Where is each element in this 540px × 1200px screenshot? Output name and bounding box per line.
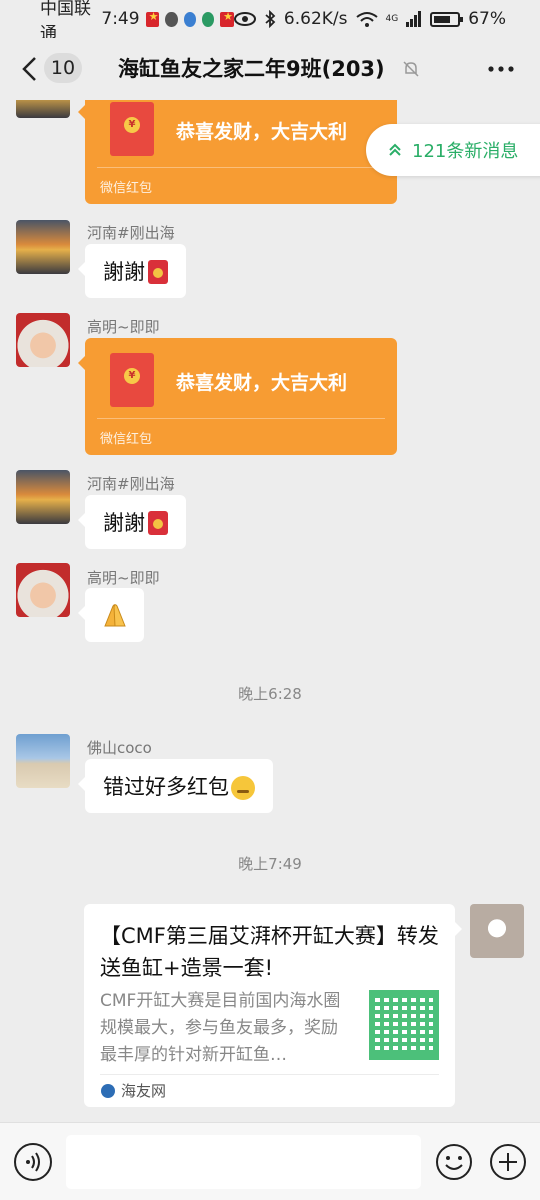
timestamp: 晚上7:49 (238, 855, 302, 873)
emoji-icon[interactable] (435, 1143, 473, 1181)
message-bubble[interactable]: 謝謝 (78, 244, 186, 298)
wifi-icon (355, 12, 378, 27)
chat-title: 海缸鱼友之家二年9班(203) (118, 57, 385, 81)
link-source: 海友网 (121, 1082, 167, 1100)
more-icon[interactable] (488, 66, 514, 72)
sender-name: 佛山coco (87, 739, 152, 757)
status-right: 6.62K/s 4G 67% (233, 9, 506, 29)
back-icon[interactable] (20, 56, 42, 82)
plus-icon[interactable] (489, 1143, 527, 1181)
network-type: 4G (385, 14, 399, 24)
avatar[interactable] (16, 220, 70, 274)
shield-icon (165, 11, 178, 27)
qr-code-thumbnail (369, 990, 439, 1060)
voice-icon (26, 1152, 40, 1172)
avatar[interactable] (16, 563, 70, 617)
red-packet-greeting: 恭喜发财，大吉大利 (176, 121, 348, 143)
my-avatar[interactable] (470, 904, 524, 958)
unread-count-badge[interactable]: 10 (44, 53, 82, 83)
link-description: CMF开缸大赛是目前国内海水圈规模最大，参与鱼友最多，奖励最丰厚的针对新开缸鱼… (100, 991, 341, 1065)
pray-emoji-icon (103, 604, 126, 627)
mute-icon (403, 61, 419, 77)
double-chevron-up-icon (389, 143, 401, 156)
app-notification-icon (183, 11, 196, 27)
avatar[interactable] (16, 470, 70, 524)
sweat-smile-emoji-icon (231, 776, 255, 800)
red-packet-emoji-icon (148, 260, 168, 284)
red-packet-label: 微信红包 (100, 432, 153, 447)
bluetooth-icon (265, 10, 276, 28)
sender-name: 河南#刚出海 (87, 224, 175, 242)
message-bubble[interactable]: 謝謝 (78, 495, 186, 549)
link-card[interactable]: 【CMF第三届艾湃杯开缸大赛】转发送鱼缸+造景一套! CMF开缸大赛是目前国内海… (84, 904, 462, 1107)
red-packet-greeting: 恭喜发财，大吉大利 (176, 372, 348, 394)
input-bar (0, 1122, 540, 1200)
signal-icon (406, 11, 422, 27)
chat-header: 10 海缸鱼友之家二年9班(203) (0, 38, 540, 100)
red-packet-emoji-icon (148, 511, 168, 535)
red-packet[interactable]: ¥ 恭喜发财，大吉大利 微信红包 (78, 338, 397, 455)
clock: 7:49 (101, 9, 140, 29)
sender-name: 高明~即即 (87, 569, 160, 587)
notification-flag-icon (220, 10, 234, 27)
message-list[interactable]: ¥ 恭喜发财，大吉大利 微信红包 121条新消息 河南#刚出海 謝謝 高明~即即… (0, 100, 540, 1122)
message-bubble[interactable] (78, 588, 144, 642)
notification-flag-icon (145, 10, 160, 27)
battery-level: 67% (468, 9, 506, 29)
battery-icon (430, 11, 464, 27)
red-packet[interactable]: ¥ 恭喜发财，大吉大利 微信红包 (78, 100, 397, 204)
red-envelope-icon: ¥ (110, 353, 154, 407)
network-speed: 6.62K/s (283, 9, 348, 29)
message-text: 错过好多红包 (103, 775, 229, 799)
eye-icon (233, 12, 256, 26)
voice-button[interactable] (14, 1143, 52, 1181)
timestamp: 晚上6:28 (238, 685, 302, 703)
link-title: 【CMF第三届艾湃杯开缸大赛】转发送鱼缸+造景一套! (100, 924, 439, 980)
sender-name: 高明~即即 (87, 318, 160, 336)
avatar[interactable] (16, 734, 70, 788)
source-logo-icon (101, 1084, 115, 1098)
red-envelope-icon: ¥ (110, 102, 154, 156)
sender-name: 河南#刚出海 (87, 475, 175, 493)
bank-notification-icon (201, 11, 215, 27)
message-text: 謝謝 (103, 511, 145, 535)
message-text: 謝謝 (103, 260, 145, 284)
red-packet-label: 微信红包 (100, 181, 153, 196)
new-messages-button[interactable]: 121条新消息 (366, 124, 540, 176)
message-input[interactable] (66, 1135, 421, 1189)
message-bubble[interactable]: 错过好多红包 (78, 759, 273, 813)
new-messages-label: 121条新消息 (412, 141, 519, 162)
avatar[interactable] (16, 100, 70, 118)
status-bar: 中国联通 7:49 6.62K/s 4G 67% (0, 0, 540, 44)
avatar[interactable] (16, 313, 70, 367)
